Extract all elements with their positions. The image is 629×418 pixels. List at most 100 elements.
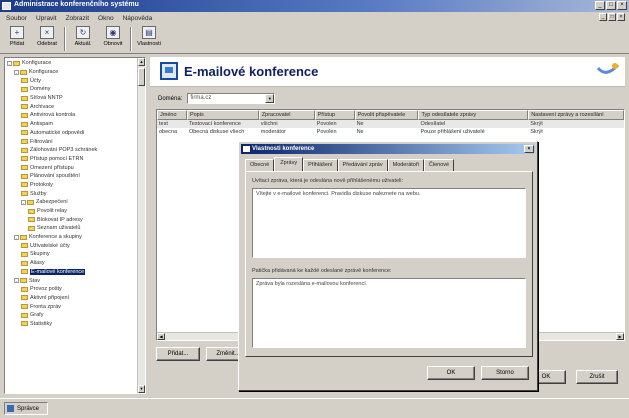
tree-item[interactable]: Filtrování <box>5 137 139 146</box>
folder-icon <box>21 295 28 301</box>
mdi-close-button[interactable]: × <box>617 13 625 21</box>
add-list-button[interactable]: Přidat... <box>156 347 200 361</box>
mdi-restore-button[interactable]: □ <box>608 13 616 21</box>
tree-item[interactable]: Síťová NNTP <box>5 94 139 103</box>
dialog-tabs: Obecné Zprávy Přihlášení Předávání zpráv Mod… <box>245 157 455 171</box>
menu-edit[interactable]: Upravit <box>36 15 57 22</box>
tree-item[interactable]: Domény <box>5 85 139 94</box>
table-cell: moderátor <box>260 129 286 135</box>
remove-button[interactable]: × Odebrat <box>34 24 60 52</box>
column-header[interactable]: Zpracovatel <box>258 110 315 120</box>
tree-expander-icon[interactable]: - <box>14 278 19 284</box>
tree-item[interactable]: - Stav <box>5 276 139 285</box>
tree-item[interactable]: Antivirová kontrola <box>5 111 139 120</box>
tree-item[interactable]: Služby <box>5 189 139 198</box>
column-header[interactable]: Popis <box>186 110 259 120</box>
tree-item[interactable]: Skupiny <box>5 250 139 259</box>
add-button[interactable]: + Přidat <box>4 24 30 52</box>
maximize-button[interactable]: □ <box>606 1 616 10</box>
folder-icon <box>21 260 28 266</box>
tree-item[interactable]: Grafy <box>5 311 139 320</box>
menu-view[interactable]: Zobrazit <box>66 15 89 22</box>
tree-item[interactable]: Povolit relay <box>5 207 139 216</box>
scroll-right-arrow-icon[interactable]: ▶ <box>616 333 624 340</box>
tree-item[interactable]: Statistiky <box>5 320 139 329</box>
domain-label: Doména: <box>158 95 183 102</box>
refresh-button[interactable]: ↻ Aktuál. <box>70 24 96 52</box>
minimize-button[interactable]: _ <box>595 1 605 10</box>
menu-window[interactable]: Okno <box>98 15 114 22</box>
tree-item[interactable]: Zálohování POP3 schránek <box>5 146 139 155</box>
status-user-label: Správce <box>17 405 40 412</box>
tree-item-label: Konference a skupiny <box>29 234 82 241</box>
tree-item[interactable]: Účty <box>5 76 139 85</box>
tree-expander-icon[interactable]: - <box>7 60 12 66</box>
footer-message-field[interactable]: Zpráva byla rozeslána e-mailovou konfere… <box>252 278 526 348</box>
tree-item[interactable]: Přístup pomocí ETRN <box>5 155 139 164</box>
tree-scrollbar[interactable]: ▲ ▼ <box>137 58 145 393</box>
column-header[interactable]: Typ odesílatele zprávy <box>418 110 529 120</box>
tree-item-label: Služby <box>30 190 47 197</box>
tree-expander-icon[interactable]: - <box>14 69 19 75</box>
dialog-tab[interactable]: Přihlášení <box>303 159 338 171</box>
properties-icon: ▤ <box>142 26 156 39</box>
tree-item[interactable]: - Konference a skupiny <box>5 233 139 242</box>
menu-file[interactable]: Soubor <box>6 15 27 22</box>
tree-item[interactable]: E-mailové konference <box>5 268 139 277</box>
dialog-cancel-button[interactable]: Storno <box>481 366 529 380</box>
column-header[interactable]: Povolit přispěvatele <box>354 110 419 120</box>
table-cell: Testovací konference <box>186 120 259 128</box>
tree-item[interactable]: Fronta zpráv <box>5 302 139 311</box>
dialog-tab[interactable]: Členové <box>423 159 455 171</box>
folder-icon <box>21 130 28 136</box>
toolbar-separator <box>64 27 66 51</box>
folder-icon <box>21 95 28 101</box>
dialog-title-bar[interactable]: Vlastnosti konference × <box>241 144 535 154</box>
tree-item[interactable]: Aktivní připojení <box>5 294 139 303</box>
tree-scroll-thumb[interactable] <box>138 68 145 86</box>
tree-item[interactable]: Omezení přístupu <box>5 163 139 172</box>
dialog-tab[interactable]: Zprávy <box>274 157 304 171</box>
tree-item[interactable]: Archivace <box>5 102 139 111</box>
dialog-close-button[interactable]: × <box>524 145 534 153</box>
tree-item[interactable]: - Konfigurace <box>5 59 139 68</box>
tree-expander-icon[interactable]: - <box>21 199 26 205</box>
mdi-minimize-button[interactable]: _ <box>599 13 607 21</box>
main-cancel-button[interactable]: Zrušit <box>576 370 618 384</box>
tree-item[interactable]: Plánování spouštění <box>5 172 139 181</box>
tree-expander-icon[interactable]: - <box>14 234 19 240</box>
table-row[interactable]: test Testovací konference všichni Povolen Ne… <box>157 120 624 128</box>
dialog-tab[interactable]: Moderátoři <box>387 159 424 171</box>
tree-item[interactable]: Antispam <box>5 120 139 129</box>
tree-item[interactable]: Aliasy <box>5 259 139 268</box>
window-title: Administrace konferenčního systému <box>14 1 139 8</box>
window-title-bar[interactable]: Administrace konferenčního systému _ □ × <box>0 0 629 12</box>
scroll-down-arrow-icon[interactable]: ▼ <box>138 385 145 393</box>
column-header[interactable]: Přístup <box>314 110 355 120</box>
tree-item[interactable]: Seznam uživatelů <box>5 224 139 233</box>
dialog-tab[interactable]: Předávání zpráv <box>337 159 388 171</box>
dialog-icon <box>243 146 250 152</box>
dialog-tab[interactable]: Obecné <box>245 159 275 171</box>
menu-help[interactable]: Nápověda <box>123 15 153 22</box>
tree-item[interactable]: Automatické odpovědi <box>5 129 139 138</box>
chevron-down-icon[interactable]: ▼ <box>265 94 275 103</box>
welcome-message-field[interactable]: Vítejte v e-mailové konferenci. Pravidla… <box>252 188 526 258</box>
tree-item[interactable]: Uživatelské účty <box>5 241 139 250</box>
tree-item[interactable]: - Konfigurace <box>5 68 139 77</box>
dialog-ok-button[interactable]: OK <box>427 366 475 380</box>
column-header[interactable]: Jméno <box>157 110 187 120</box>
tree-item-label: Stav <box>29 277 41 284</box>
tree-item[interactable]: Provoz pošty <box>5 285 139 294</box>
column-header[interactable]: Nastavení zprávy a rozesílání <box>528 110 624 120</box>
scroll-up-arrow-icon[interactable]: ▲ <box>138 58 145 66</box>
scroll-left-arrow-icon[interactable]: ◀ <box>157 333 165 340</box>
properties-button[interactable]: ▤ Vlastnosti <box>136 24 162 52</box>
tree-item[interactable]: - Zabezpečení <box>5 198 139 207</box>
domain-select[interactable]: firma.cz ▼ <box>187 93 276 104</box>
close-button[interactable]: × <box>617 1 627 10</box>
restore-button[interactable]: ◉ Obnovit <box>100 24 126 52</box>
table-row[interactable]: obecna Obecná diskuse všech moderátor Povol… <box>157 128 624 136</box>
tree-item[interactable]: Protokoly <box>5 181 139 190</box>
tree-item[interactable]: Blokovat IP adresy <box>5 215 139 224</box>
